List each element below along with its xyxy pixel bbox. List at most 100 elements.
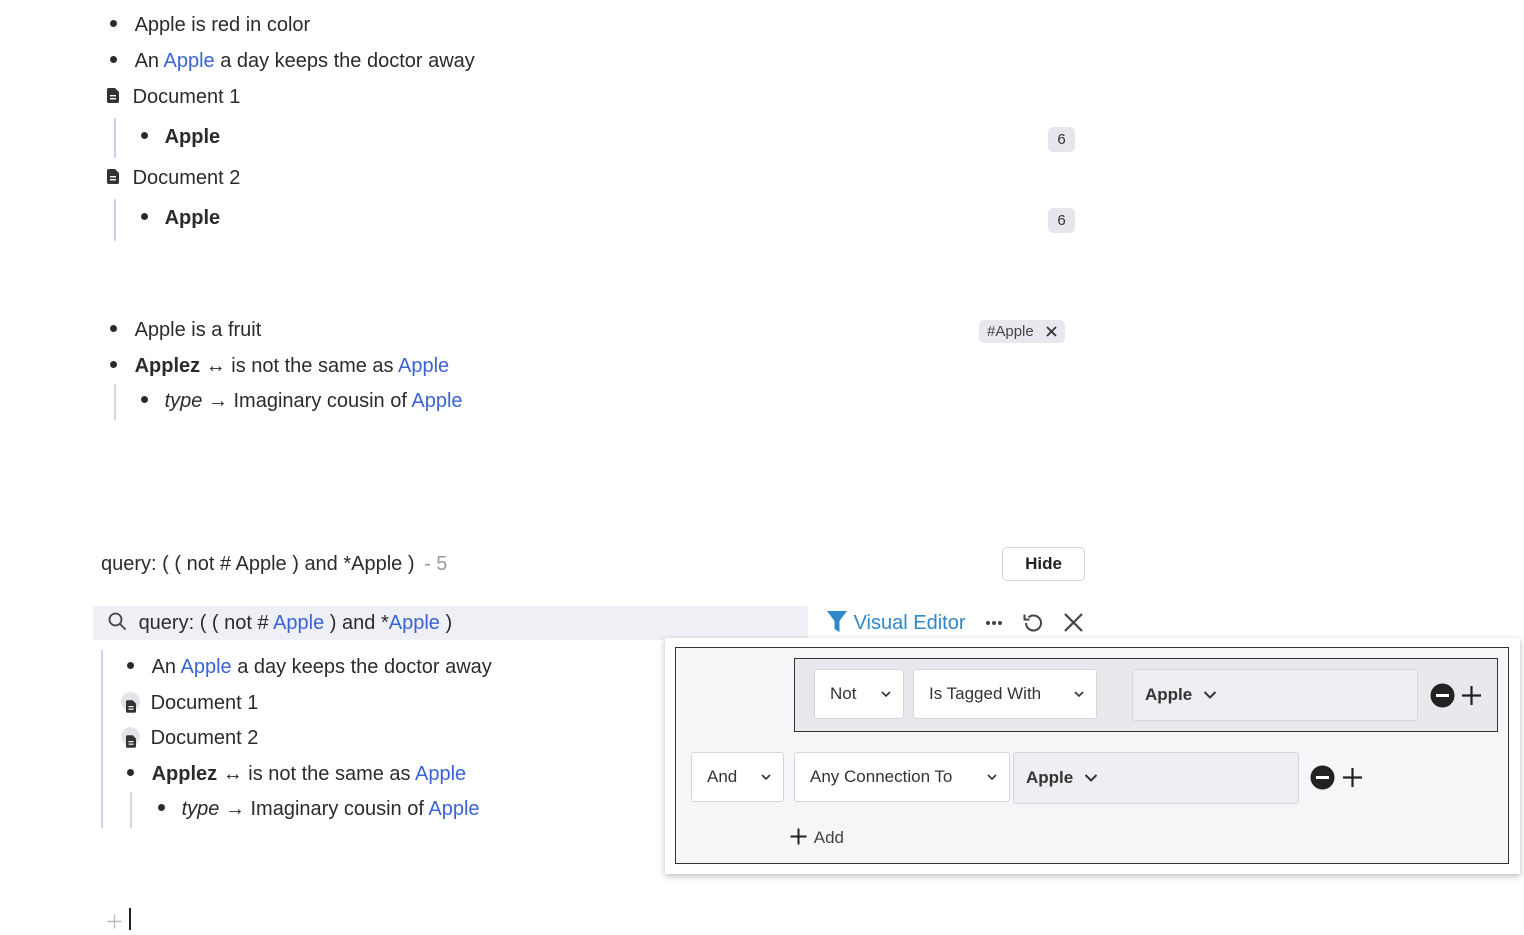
refresh-icon: [1023, 614, 1042, 632]
add-filter-label: Add: [813, 828, 844, 847]
bidirectional-arrow-icon: ↔: [205, 355, 226, 377]
bidirectional-arrow-icon: ↔: [222, 763, 243, 785]
bullet-text: is not the same as: [231, 355, 394, 377]
bullet-text: a day keeps the doctor away: [220, 50, 475, 72]
value-select[interactable]: Apple: [1013, 752, 1299, 804]
negation-value: Not: [830, 684, 857, 703]
entity-name[interactable]: Applez: [152, 763, 218, 785]
document-child-label[interactable]: Apple: [165, 126, 221, 148]
bullet-item: Apple is red in color: [110, 10, 310, 40]
document-child-label[interactable]: Apple: [165, 207, 221, 229]
more-options-button[interactable]: [985, 614, 1003, 638]
plus-icon: [107, 914, 122, 929]
bullet-dot: [141, 132, 148, 140]
search-query-text: ): [445, 612, 453, 634]
document-title: Document 1: [132, 86, 241, 108]
apple-link[interactable]: Apple: [389, 612, 440, 634]
document-title: Document 2: [150, 727, 259, 749]
apple-link[interactable]: Apple: [411, 390, 462, 412]
bullet-dot: [141, 213, 148, 221]
apple-link[interactable]: Apple: [273, 612, 324, 634]
operator-select[interactable]: Is Tagged With: [913, 669, 1097, 719]
chevron-down-icon: [1203, 691, 1217, 699]
bullet-dot: [110, 361, 117, 369]
operator-select[interactable]: Any Connection To: [794, 752, 1010, 802]
plus-icon: [1343, 768, 1362, 787]
close-icon: [1064, 613, 1083, 632]
bullet-dot: [127, 662, 134, 670]
apple-link[interactable]: Apple: [180, 656, 231, 678]
entity-name[interactable]: Applez: [135, 355, 201, 377]
bullet-dot: [110, 325, 117, 333]
tag-chip[interactable]: #Apple: [979, 320, 1065, 343]
reference-count-badge[interactable]: 6: [1048, 208, 1075, 233]
close-icon[interactable]: [1046, 325, 1057, 337]
search-icon: [108, 612, 127, 631]
conjunction-value: And: [707, 767, 738, 786]
bullet-text: Imaginary cousin of: [233, 390, 407, 412]
document-child: Apple: [141, 203, 220, 233]
document-row[interactable]: Document 2: [107, 163, 240, 193]
document-icon-badge: [121, 727, 140, 748]
bullet-item: Apple is a fruit: [110, 315, 261, 345]
apple-link[interactable]: Apple: [398, 355, 449, 377]
minus-circle-icon: [1430, 683, 1455, 708]
negation-select[interactable]: Not: [814, 669, 904, 719]
document-icon: [107, 169, 119, 185]
value-label: Apple: [1145, 685, 1193, 704]
add-condition-button[interactable]: [1342, 767, 1363, 794]
bullet-dot: [158, 804, 165, 812]
add-filter-button[interactable]: Add: [790, 826, 844, 850]
query-title: query: ( ( not # Apple ) and *Apple ) - …: [101, 549, 447, 579]
bullet-text: An: [134, 50, 160, 72]
document-icon-badge: [121, 692, 140, 713]
document-title: Document 2: [132, 167, 241, 189]
chevron-down-icon: [761, 774, 771, 781]
apple-link[interactable]: Apple: [428, 798, 479, 820]
close-query-button[interactable]: [1063, 612, 1084, 639]
bullet-item: type → Imaginary cousin of Apple: [141, 386, 463, 416]
bullet-dot: [127, 769, 134, 777]
bullet-text: a day keeps the doctor away: [237, 656, 492, 678]
new-block-button[interactable]: [107, 912, 122, 935]
reference-count-badge[interactable]: 6: [1048, 127, 1075, 152]
conjunction-select[interactable]: And: [691, 752, 784, 802]
search-query-text: ) and *: [329, 612, 389, 634]
result-item: type → Imaginary cousin of Apple: [158, 794, 480, 824]
value-select[interactable]: Apple: [1132, 669, 1418, 721]
result-document-row[interactable]: Document 2: [121, 723, 258, 753]
minus-circle-icon: [1310, 765, 1335, 790]
chevron-down-icon: [1084, 774, 1098, 782]
indent-bar: [114, 118, 116, 158]
property-key: type: [181, 798, 220, 820]
indent-bar: [114, 199, 116, 241]
bullet-dot: [110, 20, 117, 28]
hide-button[interactable]: Hide: [1002, 547, 1085, 581]
add-condition-button[interactable]: [1461, 685, 1482, 712]
bullet-text: Apple is red in color: [134, 14, 311, 36]
bullet-text: Imaginary cousin of: [250, 798, 424, 820]
bullet-dot: [110, 56, 117, 64]
arrow-right-icon: →: [207, 390, 228, 412]
chevron-down-icon: [987, 774, 997, 781]
document-icon: [107, 88, 119, 104]
bullet-item: Applez ↔ is not the same as Apple: [110, 351, 449, 381]
more-horizontal-icon: [986, 621, 1002, 625]
operator-value: Any Connection To: [810, 767, 953, 786]
query-result-count: - 5: [424, 553, 448, 575]
bullet-text: Apple is a fruit: [134, 319, 262, 341]
remove-condition-button[interactable]: [1430, 683, 1455, 714]
remove-condition-button[interactable]: [1310, 765, 1335, 796]
apple-link[interactable]: Apple: [415, 763, 466, 785]
chevron-down-icon: [1074, 691, 1084, 698]
refresh-button[interactable]: [1021, 611, 1045, 641]
chevron-down-icon: [881, 691, 891, 698]
search-query[interactable]: query: ( ( not # Apple ) and *Apple ): [108, 608, 452, 638]
visual-editor-button[interactable]: Visual Editor: [826, 609, 965, 637]
document-row[interactable]: Document 1: [107, 82, 240, 112]
result-document-row[interactable]: Document 1: [121, 688, 258, 718]
document-child: Apple: [141, 122, 220, 152]
query-expression: query: ( ( not # Apple ) and *Apple ): [101, 553, 415, 575]
apple-link[interactable]: Apple: [163, 50, 214, 72]
results-indent-bar: [101, 650, 103, 828]
